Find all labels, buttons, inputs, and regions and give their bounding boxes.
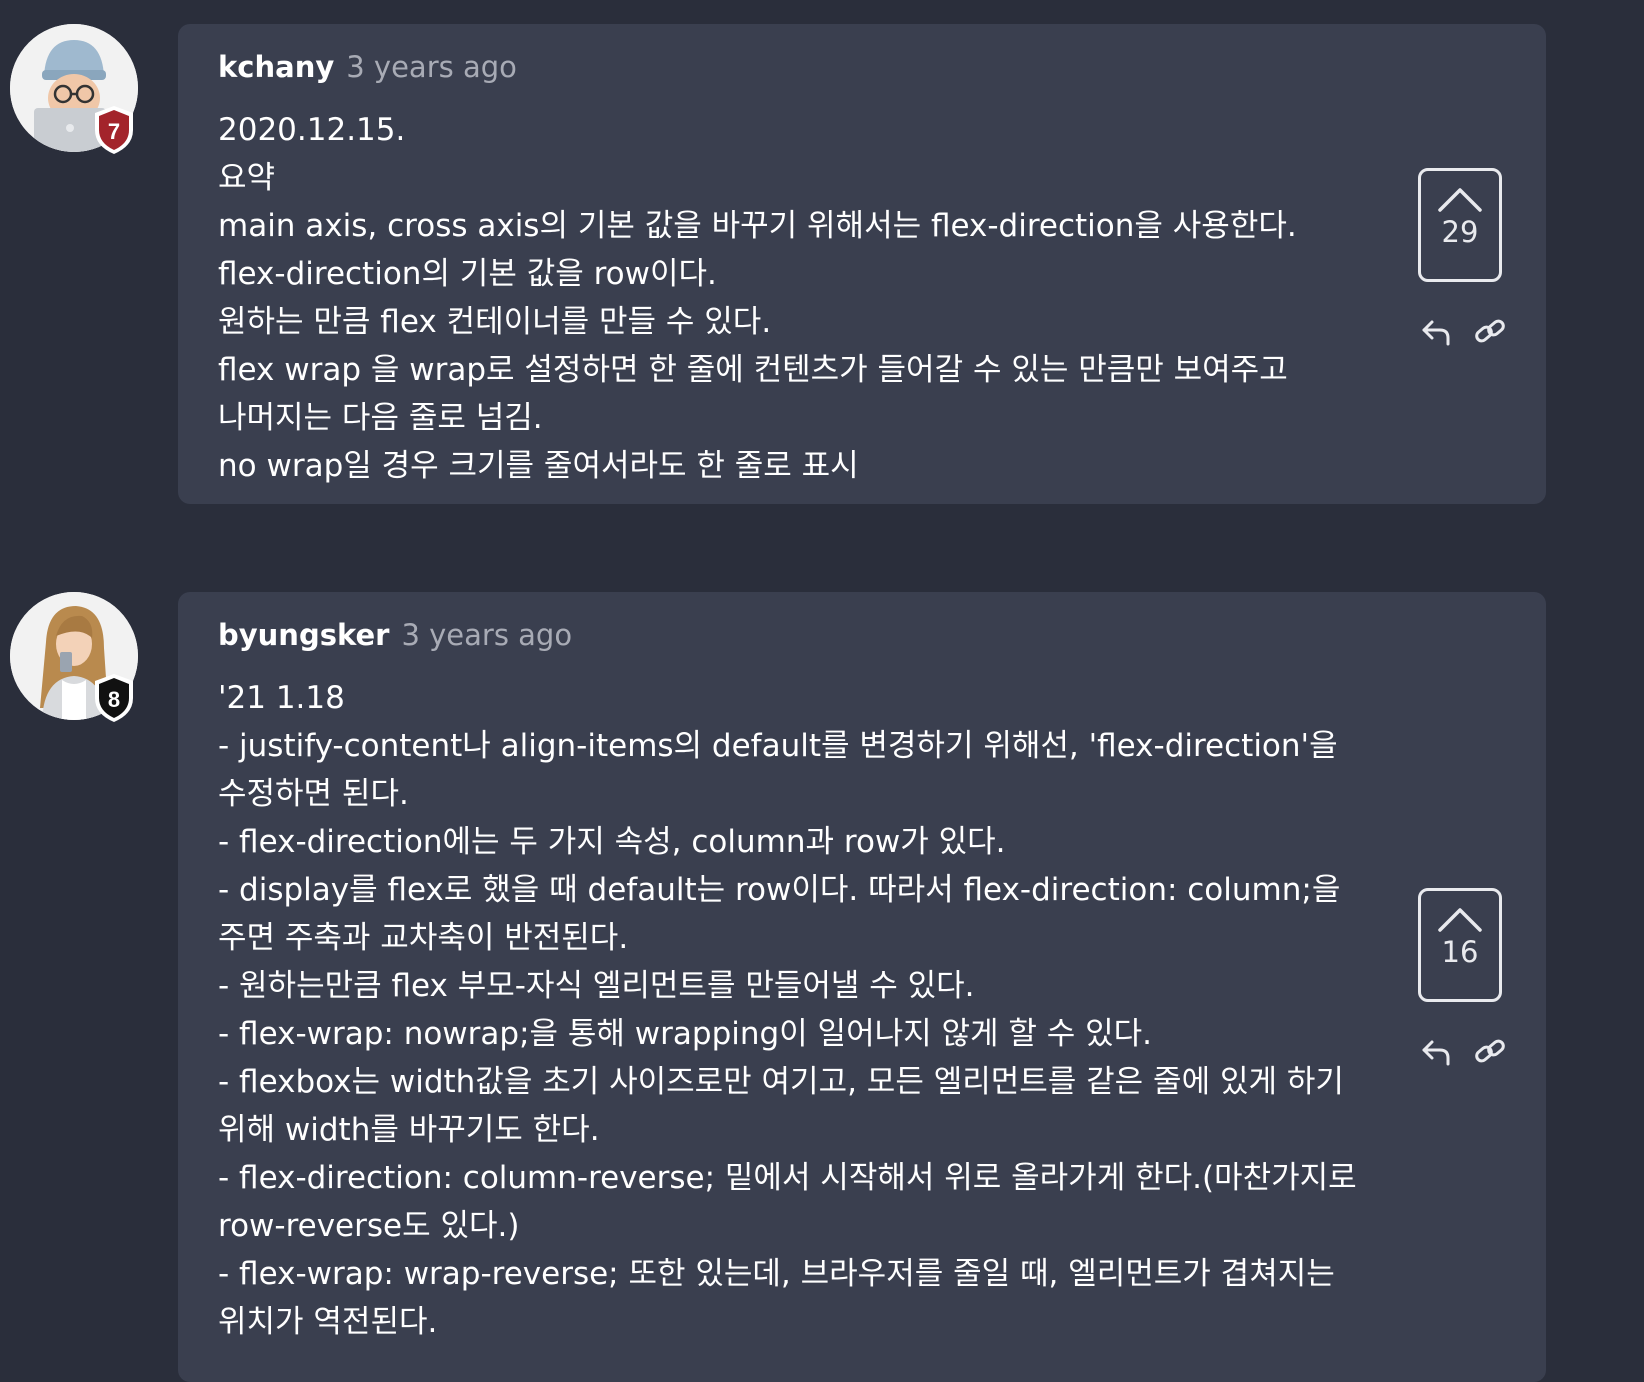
permalink-button[interactable]	[1472, 1034, 1508, 1070]
comment-line: 원하는 만큼 flex 컨테이너를 만들 수 있다.	[218, 304, 772, 340]
chain-link-icon	[1475, 1039, 1505, 1063]
reply-arrow-icon	[1422, 1040, 1450, 1066]
comment-line: 요약	[218, 160, 276, 196]
avatar[interactable]: 7	[10, 24, 138, 154]
reply-button[interactable]	[1418, 314, 1454, 350]
comment-line: no wrap일 경우 크기를 줄여서라도 한 줄로 표시	[218, 448, 859, 484]
comment-line: flex-direction의 기본 값을 row이다.	[218, 256, 717, 292]
chevron-up-icon	[1438, 188, 1482, 212]
upvote-button[interactable]: 16	[1418, 888, 1502, 1002]
comment-body: 2020.12.15. 요약 main axis, cross axis의 기본…	[218, 106, 1378, 490]
comment-author[interactable]: byungsker	[218, 618, 389, 652]
avatar[interactable]: 8	[10, 592, 138, 722]
comment-meta: kchany 3 years ago	[218, 50, 517, 84]
chain-link-icon	[1475, 319, 1505, 343]
comment-time: 3 years ago	[401, 618, 573, 652]
badge-level: 7	[108, 119, 120, 144]
comment-line: 주면 주축과 교차축이 반전된다.	[218, 920, 629, 956]
reply-arrow-icon	[1422, 320, 1450, 346]
vote-count: 29	[1441, 215, 1479, 249]
comment-card: byungsker 3 years ago '21 1.18 - justify-…	[178, 592, 1546, 1382]
comment-body: '21 1.18 - justify-content나 align-items의…	[218, 674, 1378, 1346]
comment-line: - flexbox는 width값을 초기 사이즈로만 여기고, 모든 엘리먼트…	[218, 1064, 1344, 1100]
upvote-button[interactable]: 29	[1418, 168, 1502, 282]
comment-line: - flex-direction: column-reverse; 밑에서 시작…	[218, 1160, 1357, 1196]
comment-line: main axis, cross axis의 기본 값을 바꾸기 위해서는 fl…	[218, 208, 1297, 244]
comment-card: kchany 3 years ago 2020.12.15. 요약 main ax…	[178, 24, 1546, 504]
comment-line: - display를 flex로 했을 때 default는 row이다. 따라…	[218, 872, 1341, 908]
comment-line: '21 1.18	[218, 680, 345, 716]
comment-line: - flex-direction에는 두 가지 속성, column과 row가…	[218, 824, 1006, 860]
comment-time: 3 years ago	[346, 50, 517, 84]
comment-line: 위해 width를 바꾸기도 한다.	[218, 1112, 600, 1148]
comment-line: - justify-content나 align-items의 default를…	[218, 728, 1338, 764]
vote-count: 16	[1441, 935, 1479, 969]
comment-line: 2020.12.15.	[218, 112, 406, 148]
comment-author[interactable]: kchany	[218, 50, 334, 84]
comment-line: 나머지는 다음 줄로 넘김.	[218, 400, 543, 436]
comment-line: - flex-wrap: nowrap;을 통해 wrapping이 일어나지 …	[218, 1016, 1153, 1052]
reputation-badge: 8	[92, 672, 136, 724]
badge-level: 8	[108, 687, 120, 712]
comment-line: - flex-wrap: wrap-reverse; 또한 있는데, 브라우저를…	[218, 1256, 1335, 1292]
chevron-up-icon	[1438, 908, 1482, 932]
comment-line: 위치가 역전된다.	[218, 1304, 438, 1340]
comment-line: flex wrap 을 wrap로 설정하면 한 줄에 컨텐츠가 들어갈 수 있…	[218, 352, 1288, 388]
permalink-button[interactable]	[1472, 314, 1508, 350]
comment-meta: byungsker 3 years ago	[218, 618, 572, 652]
reputation-badge: 7	[92, 104, 136, 156]
reply-button[interactable]	[1418, 1034, 1454, 1070]
comment-line: 수정하면 된다.	[218, 776, 409, 812]
comment-line: row-reverse도 있다.)	[218, 1208, 520, 1244]
comment-line: - 원하는만큼 flex 부모-자식 엘리먼트를 만들어낼 수 있다.	[218, 968, 975, 1004]
